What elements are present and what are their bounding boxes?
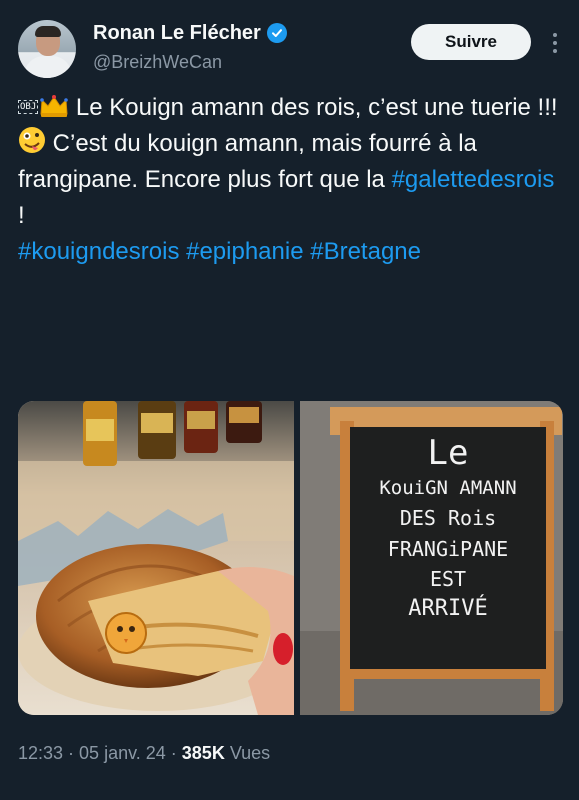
sign-line-3: DES Rois <box>399 506 497 530</box>
more-options-icon[interactable] <box>545 28 565 58</box>
sign-line-6: ARRIVÉ <box>408 596 488 621</box>
hashtag-galettedesrois[interactable]: #galettedesrois <box>392 166 555 193</box>
sign-line-4: FRANGiPANE <box>387 537 509 561</box>
tweet-date[interactable]: 05 janv. 24 <box>79 743 166 763</box>
chalkboard-sign-photo[interactable]: Le KouiGN AMANN DES Rois FRANGiPANE EST … <box>300 401 563 715</box>
hashtag-bretagne[interactable]: #Bretagne <box>310 238 421 265</box>
verified-badge-icon[interactable] <box>266 23 287 43</box>
views-count: 385K <box>181 743 225 763</box>
tweet-paragraph-1: OBJ Le Kouign amann des rois, c’est une … <box>18 90 563 126</box>
author-block: Ronan Le Flécher @BreizhWeCan <box>93 20 287 75</box>
tweet-media: Le KouiGN AMANN DES Rois FRANGiPANE EST … <box>18 401 563 715</box>
sign-line-5: EST <box>429 567 467 591</box>
kouign-amann-photo[interactable] <box>18 401 294 715</box>
obj-replacement-icon: OBJ <box>18 100 39 114</box>
tweet-line-1: Le Kouign amann des rois, c’est une tuer… <box>69 94 558 121</box>
author-display-name[interactable]: Ronan Le Flécher <box>93 20 261 46</box>
tweet-text: OBJ Le Kouign amann des rois, c’est une … <box>18 90 563 270</box>
crown-emoji-icon <box>40 95 69 117</box>
author-display-name-row[interactable]: Ronan Le Flécher <box>93 20 287 46</box>
tweet-hashtags: #kouigndesrois #epiphanie #Bretagne <box>18 234 563 270</box>
views-label: Vues <box>224 743 271 763</box>
avatar[interactable] <box>18 20 76 78</box>
tweet-time[interactable]: 12:33 <box>18 743 63 763</box>
zany-face-emoji-icon <box>19 127 45 153</box>
chalkboard-text: Le KouiGN AMANN DES Rois FRANGiPANE EST … <box>350 431 546 625</box>
meta-separator: · <box>165 743 182 763</box>
tweet-meta: 12:33 · 05 janv. 24 · 385K Vues <box>18 743 270 764</box>
hashtag-epiphanie[interactable]: #epiphanie <box>186 238 303 265</box>
tweet-line-2-end: ! <box>18 202 25 229</box>
sign-line-2: KouiGN AMANN <box>379 477 517 499</box>
hashtag-kouigndesrois[interactable]: #kouigndesrois <box>18 238 179 265</box>
tweet-header: Ronan Le Flécher @BreizhWeCan Suivre <box>18 18 567 78</box>
author-handle[interactable]: @BreizhWeCan <box>93 49 287 75</box>
tweet-paragraph-2: C’est du kouign amann, mais fourré à la … <box>18 126 563 234</box>
meta-separator: · <box>63 743 80 763</box>
sign-line-1: Le <box>427 433 469 473</box>
follow-button[interactable]: Suivre <box>411 24 531 60</box>
